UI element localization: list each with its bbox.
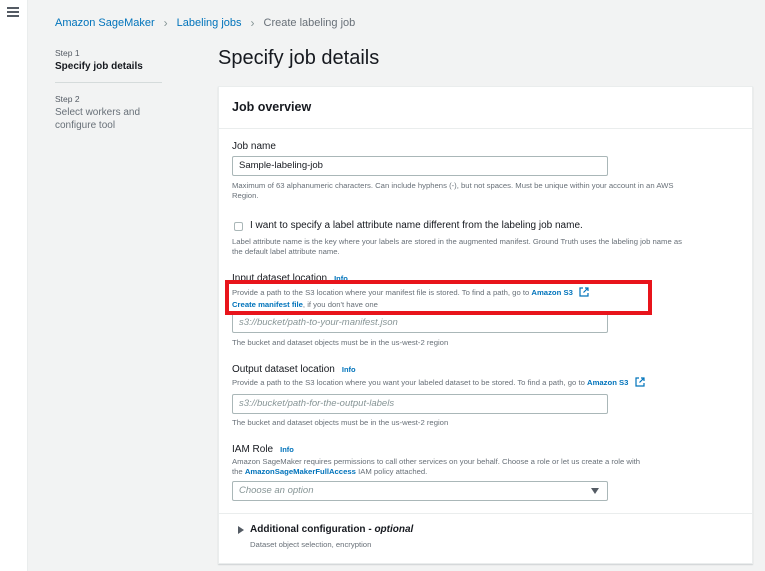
chevron-right-icon: › <box>163 16 168 30</box>
section-divider <box>219 513 752 514</box>
desc-text: the <box>232 467 243 476</box>
step-title: Specify job details <box>55 61 143 72</box>
full-access-policy-link[interactable]: AmazonSageMakerFullAccess <box>245 467 356 476</box>
optional-tag: optional <box>374 524 414 535</box>
iam-role-select[interactable]: Choose an option <box>232 481 608 501</box>
desc-text: Provide a path to the S3 location where … <box>232 288 530 297</box>
select-placeholder: Choose an option <box>239 485 314 496</box>
breadcrumb-sagemaker[interactable]: Amazon SageMaker <box>55 17 155 29</box>
external-link-icon[interactable] <box>579 287 589 297</box>
output-dataset-desc: Provide a path to the S3 location where … <box>232 377 747 388</box>
hint-line: the default label attribute name. <box>232 247 340 256</box>
main-content: Amazon SageMaker › Labeling jobs › Creat… <box>28 0 765 571</box>
wizard-steps: Step 1 Specify job details Step 2 Select… <box>55 48 190 132</box>
label-attribute-checkbox[interactable] <box>234 222 243 231</box>
job-name-hint: Maximum of 63 alphanumeric characters. C… <box>232 181 742 201</box>
desc-text: Provide a path to the S3 location where … <box>232 378 585 387</box>
input-dataset-label: Input dataset location Info <box>232 273 348 284</box>
step-1[interactable]: Step 1 Specify job details <box>55 48 190 72</box>
output-dataset-label: Output dataset location Info <box>232 364 356 375</box>
input-dataset-desc: Provide a path to the S3 location where … <box>232 287 652 310</box>
amazon-s3-link[interactable]: Amazon S3 <box>531 288 572 297</box>
iam-role-desc: Amazon SageMaker requires permissions to… <box>232 457 747 477</box>
desc-text: IAM policy attached. <box>358 467 428 476</box>
breadcrumb-labeling-jobs[interactable]: Labeling jobs <box>177 17 242 29</box>
panel-title: Job overview <box>232 100 312 114</box>
job-overview-panel: Job overview Job name Sample-labeling-jo… <box>218 86 753 564</box>
caret-right-icon[interactable] <box>238 526 244 534</box>
amazon-s3-link[interactable]: Amazon S3 <box>587 378 628 387</box>
additional-config-desc: Dataset object selection, encryption <box>250 540 372 549</box>
chevron-right-icon: › <box>250 16 255 30</box>
step-number: Step 1 <box>55 48 80 58</box>
create-manifest-link[interactable]: Create manifest file <box>232 300 303 309</box>
caret-down-icon <box>591 488 599 494</box>
left-rail <box>0 0 28 571</box>
label-text: Input dataset location <box>232 273 328 284</box>
desc-text: , if you don't have one <box>302 300 378 309</box>
label-attribute-hint: Label attribute name is the key where yo… <box>232 237 747 257</box>
hint-line: Maximum of 63 alphanumeric characters. C… <box>232 181 674 190</box>
input-dataset-input[interactable]: s3://bucket/path-to-your-manifest.json <box>232 313 608 333</box>
info-link[interactable]: Info <box>280 445 294 454</box>
panel-header: Job overview <box>219 87 752 129</box>
menu-icon[interactable] <box>7 7 19 17</box>
label-text: Output dataset location <box>232 364 335 375</box>
info-link[interactable]: Info <box>334 274 348 283</box>
step-divider <box>55 82 162 83</box>
breadcrumb-current: Create labeling job <box>263 17 356 29</box>
job-name-label: Job name <box>232 141 276 152</box>
iam-role-label: IAM Role Info <box>232 444 294 455</box>
breadcrumb: Amazon SageMaker › Labeling jobs › Creat… <box>55 16 355 30</box>
step-title: Select workers and configure tool <box>55 107 141 131</box>
page-title: Specify job details <box>218 47 380 69</box>
step-number: Step 2 <box>55 94 80 104</box>
hint-line: Region. <box>232 191 259 200</box>
hint-line: Label attribute name is the key where yo… <box>232 237 682 246</box>
additional-config-toggle[interactable]: Additional configuration - optional <box>250 524 413 535</box>
input-dataset-hint: The bucket and dataset objects must be i… <box>232 338 449 347</box>
output-dataset-input[interactable]: s3://bucket/path-for-the-output-labels <box>232 394 608 414</box>
output-dataset-hint: The bucket and dataset objects must be i… <box>232 418 449 427</box>
label-attribute-checkbox-label: I want to specify a label attribute name… <box>250 220 583 231</box>
info-link[interactable]: Info <box>342 365 356 374</box>
step-2[interactable]: Step 2 Select workers and configure tool <box>55 94 190 132</box>
label-text: IAM Role <box>232 444 274 455</box>
expander-title: Additional configuration - <box>250 524 372 535</box>
job-name-input[interactable]: Sample-labeling-job <box>232 156 608 176</box>
desc-text: Amazon SageMaker requires permissions to… <box>232 457 641 466</box>
external-link-icon[interactable] <box>634 377 645 387</box>
